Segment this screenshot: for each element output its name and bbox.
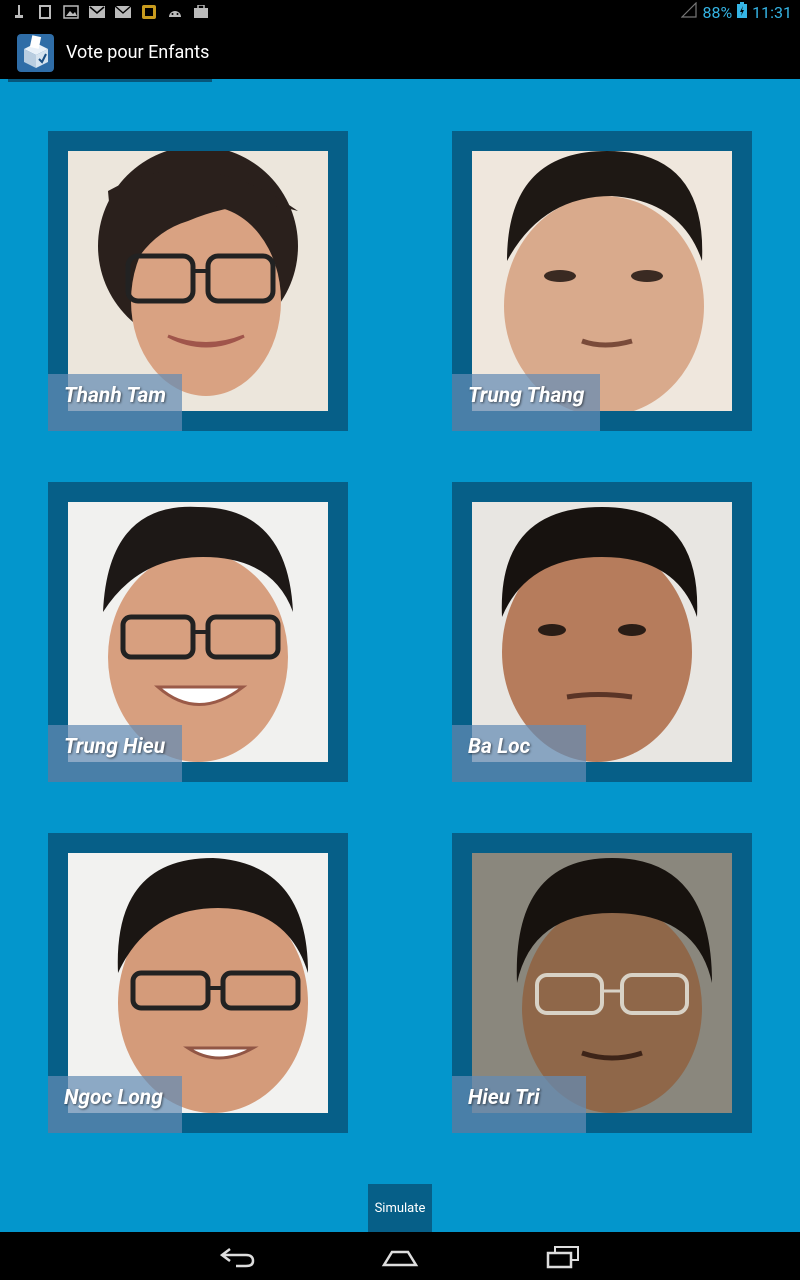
candidate-name: Thanh Tam [64, 384, 166, 408]
app-title: Vote pour Enfants [66, 42, 210, 63]
navigation-bar [0, 1232, 800, 1280]
ballot-box-icon[interactable] [16, 33, 55, 73]
image-icon [62, 4, 79, 20]
android-icon [166, 4, 183, 20]
candidate-card[interactable]: Trung Thang [452, 131, 752, 431]
candidate-name: Trung Hieu [64, 735, 166, 759]
candidate-name: Hieu Tri [468, 1086, 540, 1110]
simulate-button[interactable]: Simulate [368, 1184, 432, 1232]
candidate-photo [68, 502, 328, 762]
candidate-name-tag: Thanh Tam [48, 374, 182, 431]
candidate-name: Ba Loc [468, 735, 531, 759]
candidate-name-tag: Hieu Tri [452, 1076, 586, 1133]
status-right: 88% 11:31 [681, 1, 792, 22]
candidate-card[interactable]: Hieu Tri [452, 833, 752, 1133]
candidate-photo [68, 853, 328, 1113]
candidate-card[interactable]: Trung Hieu [48, 482, 348, 782]
candidate-name: Ngoc Long [64, 1086, 163, 1110]
candidate-photo [472, 853, 732, 1113]
candidate-photo [68, 151, 328, 411]
battery-percent: 88% [702, 2, 733, 22]
candidate-name-tag: Ngoc Long [48, 1076, 182, 1133]
candidate-photo [472, 151, 732, 411]
clock: 11:31 [752, 2, 792, 22]
candidate-name-tag: Ba Loc [452, 725, 586, 782]
battery-icon [737, 2, 748, 22]
candidate-card[interactable]: Ngoc Long [48, 833, 348, 1133]
action-bar: Vote pour Enfants [0, 25, 800, 79]
candidate-photo [472, 502, 732, 762]
app-icon [140, 4, 157, 20]
action-bar-underline [8, 79, 212, 82]
sim-icon [36, 4, 53, 20]
usb-icon [10, 4, 27, 20]
notification-icons [10, 4, 209, 20]
gmail-icon [88, 4, 105, 20]
back-icon[interactable] [208, 1240, 268, 1274]
candidate-name-tag: Trung Thang [452, 374, 601, 431]
briefcase-icon [192, 4, 209, 20]
home-icon[interactable] [370, 1240, 430, 1274]
mail-icon [114, 4, 131, 20]
candidate-name: Trung Thang [468, 384, 585, 408]
recent-apps-icon[interactable] [533, 1240, 593, 1274]
candidate-card[interactable]: Thanh Tam [48, 131, 348, 431]
candidate-name-tag: Trung Hieu [48, 725, 182, 782]
signal-icon [681, 1, 698, 22]
candidate-card[interactable]: Ba Loc [452, 482, 752, 782]
status-bar: 88% 11:31 [0, 0, 800, 25]
